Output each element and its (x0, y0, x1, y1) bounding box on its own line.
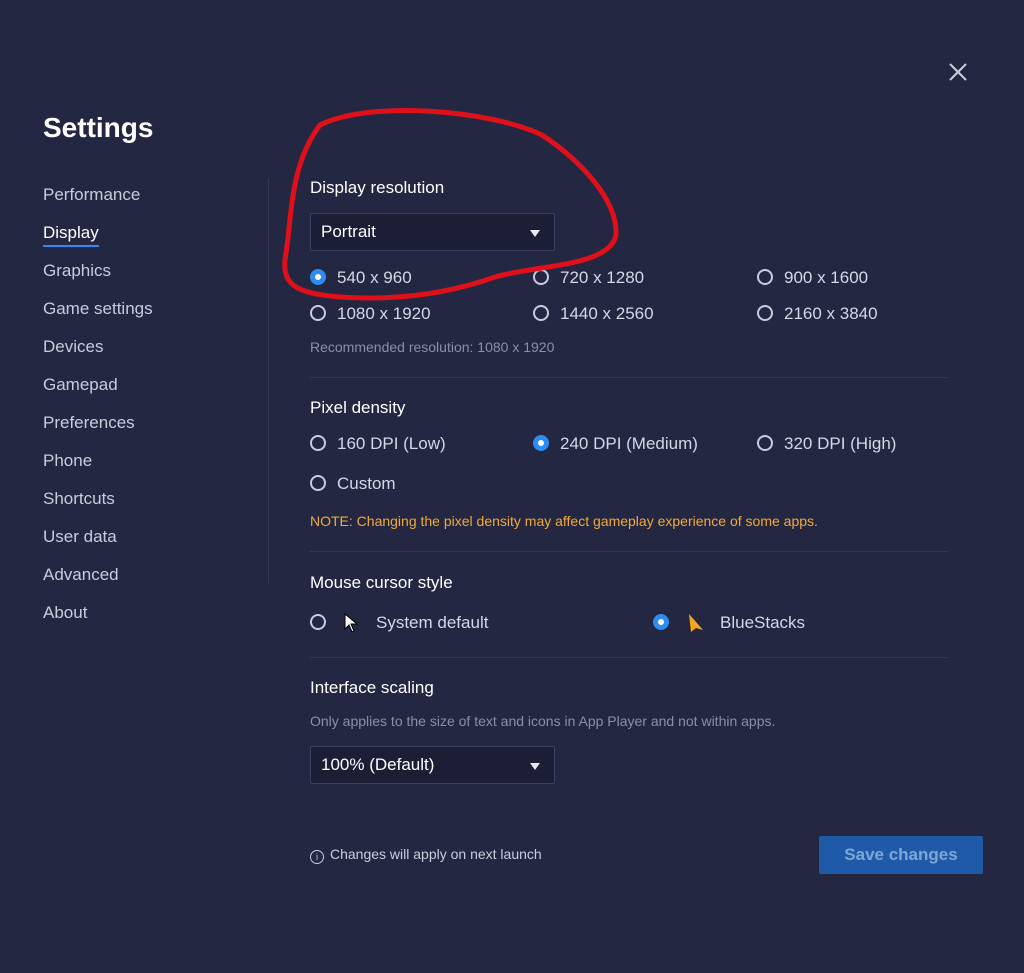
radio-label: 160 DPI (Low) (337, 434, 446, 453)
radio-icon (310, 614, 326, 630)
cursor-option-system-default[interactable]: System default (310, 611, 510, 635)
radio-label: Custom (337, 474, 396, 493)
radio-label: 240 DPI (Medium) (560, 434, 698, 453)
interface-scaling-title: Interface scaling (310, 678, 434, 697)
interface-scaling-dropdown[interactable]: 100% (Default) (310, 746, 555, 784)
annotation-circle (282, 108, 619, 301)
sidebar-item-label: Preferences (43, 413, 135, 432)
radio-label: 320 DPI (High) (784, 434, 897, 453)
radio-icon (757, 435, 773, 451)
radio-icon (310, 475, 326, 491)
pixel-density-title: Pixel density (310, 398, 406, 417)
radio-icon (757, 305, 773, 321)
sidebar-item-phone[interactable]: Phone (43, 448, 153, 486)
system-cursor-icon (344, 613, 359, 633)
radio-selected-icon (653, 614, 669, 630)
save-changes-button[interactable]: Save changes (819, 836, 983, 874)
recommended-resolution: Recommended resolution: 1080 x 1920 (310, 339, 555, 355)
sidebar-item-graphics[interactable]: Graphics (43, 258, 153, 296)
sidebar-item-label: Devices (43, 337, 104, 356)
section-divider (310, 551, 948, 552)
page-title: Settings (43, 112, 154, 143)
sidebar-item-label: User data (43, 527, 117, 546)
sidebar-item-display[interactable]: Display (43, 220, 153, 258)
radio-label: 2160 x 3840 (784, 304, 878, 323)
sidebar-item-label: About (43, 603, 88, 622)
cursor-option-bluestacks[interactable]: BlueStacks (653, 611, 853, 635)
sidebar-item-label: Advanced (43, 565, 119, 584)
sidebar-item-game-settings[interactable]: Game settings (43, 296, 153, 334)
sidebar-item-gamepad[interactable]: Gamepad (43, 372, 153, 410)
sidebar-item-label: Phone (43, 451, 93, 470)
close-icon[interactable] (944, 58, 972, 86)
sidebar-item-performance[interactable]: Performance (43, 182, 153, 220)
radio-icon (757, 269, 773, 285)
interface-scaling-hint: Only applies to the size of text and ico… (310, 713, 776, 729)
bluestacks-cursor-icon (689, 614, 703, 632)
clipped-text (310, 798, 870, 806)
radio-label: System default (376, 613, 489, 632)
radio-selected-icon (533, 435, 549, 451)
radio-label: 1440 x 2560 (560, 304, 654, 323)
info-icon: i (310, 850, 324, 864)
sidebar: Performance Display Graphics Game settin… (43, 182, 153, 638)
sidebar-item-label: Performance (43, 185, 141, 204)
chevron-down-icon (530, 763, 540, 770)
radio-icon (310, 305, 326, 321)
radio-icon (533, 305, 549, 321)
sidebar-item-label: Gamepad (43, 375, 118, 394)
section-divider (310, 657, 948, 658)
mouse-cursor-title: Mouse cursor style (310, 573, 453, 592)
radio-label: BlueStacks (720, 613, 806, 632)
sidebar-item-label: Game settings (43, 299, 153, 318)
interface-scaling-value: 100% (Default) (321, 755, 435, 774)
sidebar-item-devices[interactable]: Devices (43, 334, 153, 372)
sidebar-item-label: Graphics (43, 261, 112, 280)
sidebar-item-shortcuts[interactable]: Shortcuts (43, 486, 153, 524)
sidebar-item-preferences[interactable]: Preferences (43, 410, 153, 448)
sidebar-item-advanced[interactable]: Advanced (43, 562, 153, 600)
footer-note-text: Changes will apply on next launch (330, 846, 542, 862)
sidebar-item-label: Shortcuts (43, 489, 115, 508)
sidebar-item-user-data[interactable]: User data (43, 524, 153, 562)
radio-icon (310, 435, 326, 451)
section-divider (310, 377, 948, 378)
pixel-density-note: NOTE: Changing the pixel density may aff… (310, 513, 818, 529)
footer-note: i Changes will apply on next launch (310, 846, 542, 864)
sidebar-divider (268, 178, 269, 583)
sidebar-item-label: Display (43, 223, 99, 247)
radio-label: 1080 x 1920 (337, 304, 431, 323)
sidebar-item-about[interactable]: About (43, 600, 153, 638)
radio-label: 900 x 1600 (784, 268, 869, 287)
